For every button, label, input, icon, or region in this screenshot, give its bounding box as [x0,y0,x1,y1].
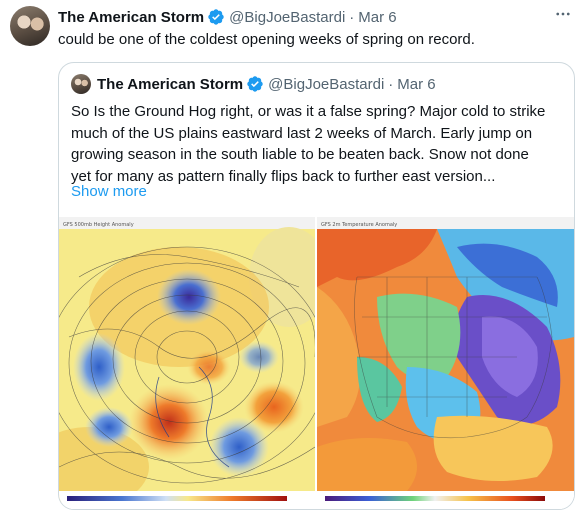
tweet-header: The American Storm @BigJoeBastardi · Mar… [58,7,397,27]
tweet-date[interactable]: Mar 6 [358,9,396,26]
svg-text:GFS 500mb Height Anomaly: GFS 500mb Height Anomaly [63,222,134,228]
quote-text: So Is the Ground Hog right, or was it a … [71,101,566,187]
verified-badge-icon [247,76,263,92]
quote-text-line: So Is the Ground Hog right, or was it a … [71,103,546,120]
quote-date: Mar 6 [397,75,436,93]
quote-text-line: growing season in the south liable to be… [71,146,529,163]
forecast-map-500mb-anomaly[interactable]: GFS 500mb Height Anomaly [59,217,315,509]
quote-author-avatar [71,74,91,94]
quote-header: The American Storm @BigJoeBastardi · Mar… [71,74,436,94]
author-handle[interactable]: @BigJoeBastardi [229,9,345,26]
author-avatar[interactable] [10,6,50,46]
forecast-map-2m-temperature-anomaly[interactable]: GFS 2m Temperature Anomaly [317,217,574,509]
ellipsis-icon[interactable] [551,4,575,24]
author-name[interactable]: The American Storm [58,9,204,26]
quote-author-name: The American Storm [97,75,244,93]
quoted-tweet[interactable]: The American Storm @BigJoeBastardi · Mar… [58,62,575,510]
svg-text:GFS 2m Temperature Anomaly: GFS 2m Temperature Anomaly [321,222,397,228]
quote-text-line: much of the US plains eastward last 2 we… [71,124,533,142]
show-more-link[interactable]: Show more [71,183,147,200]
quote-author-handle: @BigJoeBastardi [268,75,385,93]
verified-badge-icon [208,9,224,25]
tweet[interactable]: The American Storm @BigJoeBastardi · Mar… [0,0,587,516]
separator-dot: · [349,8,355,26]
quote-media[interactable]: GFS 500mb Height Anomaly GFS 2m Temperat… [59,217,574,509]
separator-dot: · [388,75,394,93]
tweet-text: could be one of the coldest opening week… [58,31,475,48]
